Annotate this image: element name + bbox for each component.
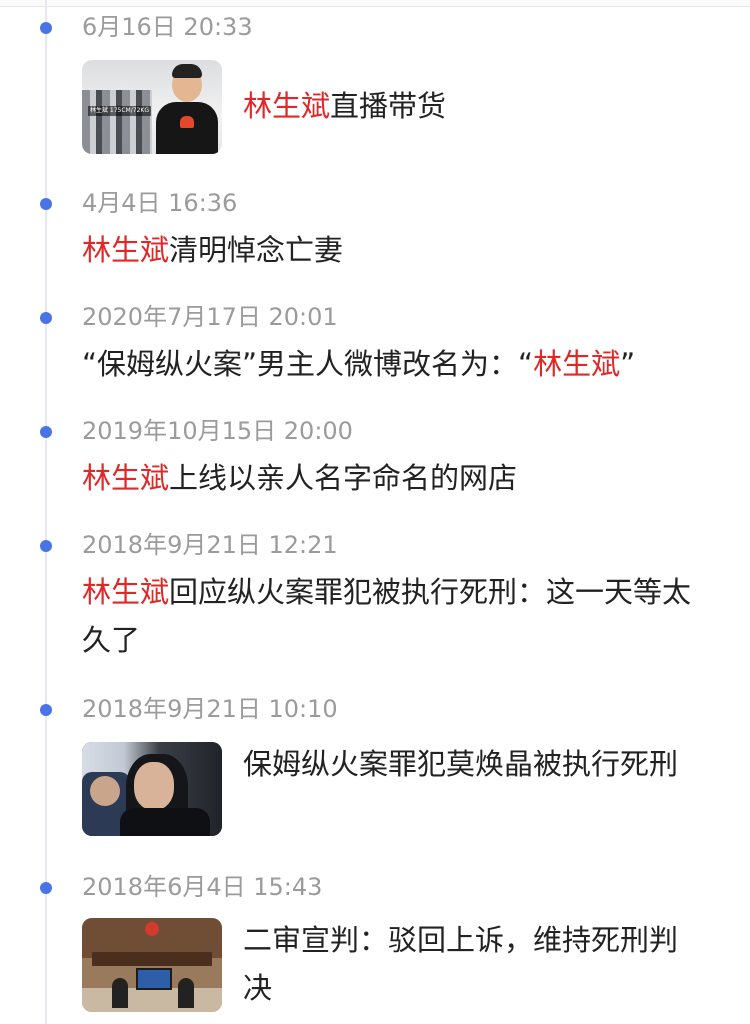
- timeline-date: 4月4日 16:36: [82, 189, 238, 217]
- timeline-date: 2019年10月15日 20:00: [82, 417, 353, 445]
- timeline-headline[interactable]: 林生斌回应纵火案罪犯被执行死刑：这一天等太久了: [82, 568, 702, 664]
- timeline-dot-icon: [40, 426, 52, 438]
- top-border: [0, 0, 750, 7]
- timeline-date: 2018年6月4日 15:43: [82, 873, 323, 901]
- timeline-date: 6月16日 20:33: [82, 13, 253, 41]
- livestream-thumbnail[interactable]: 林生斌 175CM/72KG: [82, 60, 222, 154]
- courtroom-defendant-thumbnail[interactable]: [82, 742, 222, 836]
- timeline-date: 2018年9月21日 12:21: [82, 531, 338, 559]
- timeline-headline[interactable]: “保姆纵火案”男主人微博改名为：“林生斌”: [82, 340, 635, 388]
- timeline-dot-icon: [40, 704, 52, 716]
- timeline-date: 2018年9月21日 10:10: [82, 695, 338, 723]
- timeline-line: [45, 0, 47, 1024]
- timeline-dot-icon: [40, 540, 52, 552]
- thumbnail-caption: 林生斌 175CM/72KG: [88, 106, 151, 116]
- timeline-dot-icon: [40, 198, 52, 210]
- timeline-headline[interactable]: 林生斌上线以亲人名字命名的网店: [82, 454, 517, 502]
- person-name[interactable]: 林生斌: [82, 575, 169, 609]
- timeline-date: 2020年7月17日 20:01: [82, 303, 338, 331]
- timeline-headline[interactable]: 保姆纵火案罪犯莫焕晶被执行死刑: [243, 740, 703, 788]
- timeline-headline[interactable]: 二审宣判：驳回上诉，维持死刑判决: [243, 916, 703, 1012]
- heart-icon: [180, 116, 194, 128]
- person-name[interactable]: 林生斌: [243, 89, 330, 123]
- timeline-headline[interactable]: 林生斌直播带货: [243, 82, 446, 130]
- timeline-headline[interactable]: 林生斌清明悼念亡妻: [82, 226, 343, 274]
- person-name[interactable]: 林生斌: [533, 347, 620, 381]
- timeline-dot-icon: [40, 882, 52, 894]
- timeline-dot-icon: [40, 22, 52, 34]
- timeline-dot-icon: [40, 312, 52, 324]
- court-emblem-icon: [145, 922, 159, 936]
- courtroom-hall-thumbnail[interactable]: [82, 918, 222, 1012]
- person-name[interactable]: 林生斌: [82, 233, 169, 267]
- person-name[interactable]: 林生斌: [82, 461, 169, 495]
